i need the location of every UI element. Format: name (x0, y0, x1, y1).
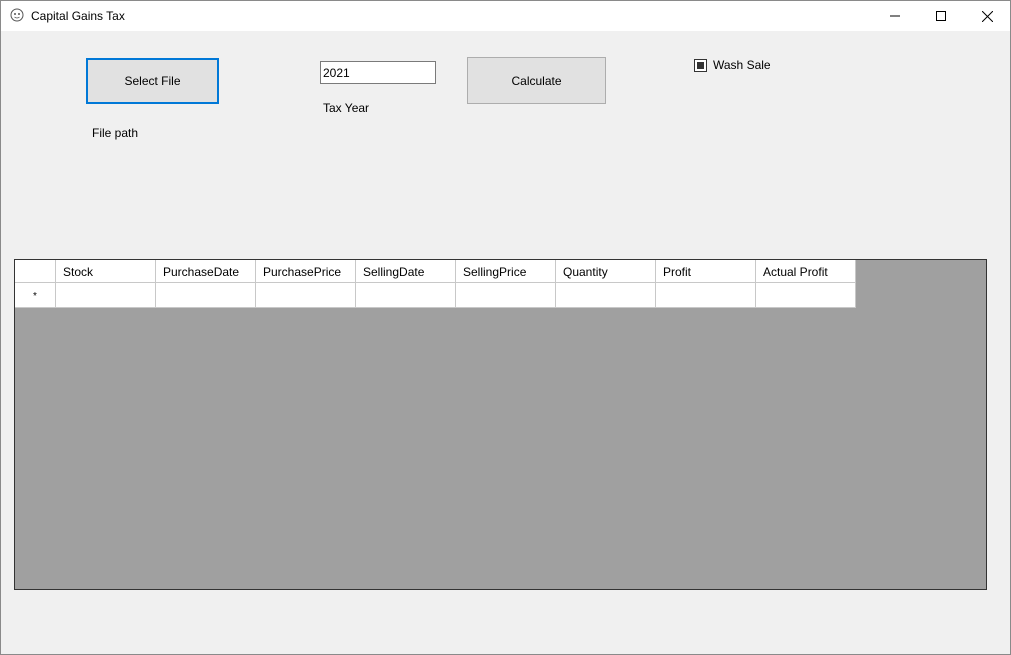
column-header-quantity[interactable]: Quantity (556, 260, 656, 283)
checkbox-box[interactable] (694, 58, 707, 72)
tax-year-input[interactable] (320, 61, 436, 84)
grid-cell-selling-price[interactable] (456, 283, 556, 308)
grid-header-row: Stock PurchaseDate PurchasePrice Selling… (15, 260, 856, 283)
maximize-button[interactable] (918, 1, 964, 31)
app-window: Capital Gains Tax Select File File path … (0, 0, 1011, 655)
grid-cell-selling-date[interactable] (356, 283, 456, 308)
column-header-selling-price[interactable]: SellingPrice (456, 260, 556, 283)
maximize-icon (936, 11, 946, 21)
select-file-button[interactable]: Select File (86, 58, 219, 104)
minimize-icon (890, 15, 900, 17)
grid-cell-purchase-price[interactable] (256, 283, 356, 308)
new-row-marker[interactable]: * (15, 283, 56, 308)
top-left-header-cell[interactable] (15, 260, 56, 283)
close-icon (981, 10, 993, 22)
column-header-stock[interactable]: Stock (56, 260, 156, 283)
calculate-button[interactable]: Calculate (467, 57, 606, 104)
column-header-profit[interactable]: Profit (656, 260, 756, 283)
column-header-purchase-price[interactable]: PurchasePrice (256, 260, 356, 283)
close-button[interactable] (964, 1, 1010, 31)
grid-cell-stock[interactable] (56, 283, 156, 308)
data-grid[interactable]: Stock PurchaseDate PurchasePrice Selling… (14, 259, 987, 590)
minimize-button[interactable] (872, 1, 918, 31)
title-bar[interactable]: Capital Gains Tax (1, 1, 1010, 31)
wash-sale-checkbox[interactable]: Wash Sale (694, 58, 771, 72)
column-header-purchase-date[interactable]: PurchaseDate (156, 260, 256, 283)
grid-table: Stock PurchaseDate PurchasePrice Selling… (15, 260, 856, 308)
window-title: Capital Gains Tax (31, 9, 125, 23)
grid-cell-quantity[interactable] (556, 283, 656, 308)
wash-sale-label: Wash Sale (713, 58, 771, 72)
column-header-actual-profit[interactable]: Actual Profit (756, 260, 856, 283)
checkbox-indeterminate-mark (697, 61, 704, 69)
app-icon (10, 8, 24, 22)
grid-cell-actual-profit[interactable] (756, 283, 856, 308)
file-path-label: File path (92, 126, 139, 140)
grid-cell-profit[interactable] (656, 283, 756, 308)
grid-new-row: * (15, 283, 856, 308)
column-header-selling-date[interactable]: SellingDate (356, 260, 456, 283)
tax-year-label: Tax Year (323, 101, 370, 115)
grid-cell-purchase-date[interactable] (156, 283, 256, 308)
